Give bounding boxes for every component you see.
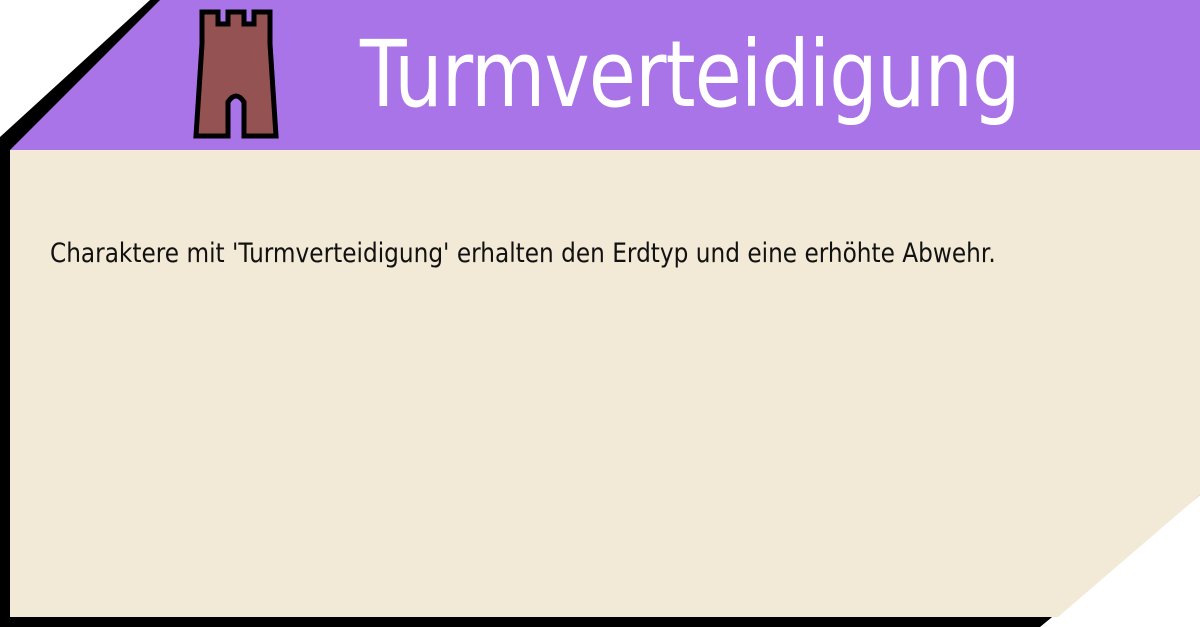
card-description: Charaktere mit 'Turmverteidigung' erhalt… (50, 238, 996, 269)
card-title: Turmverteidigung (360, 21, 1021, 128)
tower-icon (193, 9, 279, 139)
ability-card: Turmverteidigung Charaktere mit 'Turmver… (0, 0, 1200, 627)
card-body (10, 150, 1200, 617)
